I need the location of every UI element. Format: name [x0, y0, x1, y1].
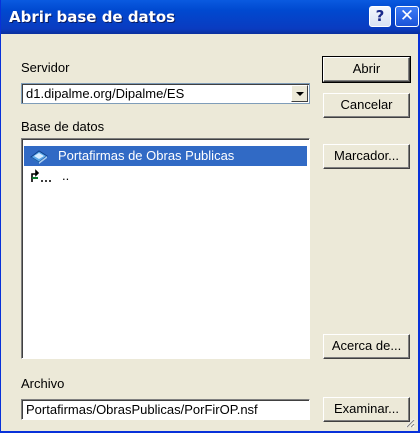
- list-item[interactable]: Portafirmas de Obras Publicas: [24, 146, 307, 166]
- server-value: d1.dipalme.org/Dipalme/ES: [26, 86, 185, 101]
- help-button[interactable]: ?: [369, 6, 391, 27]
- bookmark-button[interactable]: Marcador...: [323, 144, 410, 169]
- title-bar[interactable]: Abrir base de datos ? ✕: [1, 0, 420, 34]
- browse-button[interactable]: Examinar...: [323, 397, 410, 422]
- list-item-label: Portafirmas de Obras Publicas: [58, 148, 235, 163]
- dropdown-arrow-icon[interactable]: [291, 85, 308, 102]
- help-icon: ?: [375, 7, 385, 25]
- server-label: Servidor: [21, 60, 70, 75]
- database-label: Base de datos: [21, 119, 105, 134]
- close-icon: ✕: [399, 6, 415, 26]
- folder-up-icon: [31, 169, 51, 182]
- database-list[interactable]: Portafirmas de Obras Publicas ..: [21, 138, 310, 359]
- resize-grip-icon[interactable]: [403, 416, 415, 428]
- open-database-dialog: Abrir base de datos ? ✕ Servidor d1.dipa…: [0, 0, 420, 433]
- about-button[interactable]: Acerca de...: [323, 334, 410, 359]
- database-icon: [30, 150, 48, 164]
- server-combobox[interactable]: d1.dipalme.org/Dipalme/ES: [21, 83, 310, 104]
- list-item-label: ..: [62, 168, 70, 183]
- list-item[interactable]: ..: [24, 167, 307, 187]
- cancel-button[interactable]: Cancelar: [323, 93, 410, 118]
- dialog-title: Abrir base de datos: [9, 8, 176, 26]
- file-label: Archivo: [21, 376, 65, 391]
- close-button[interactable]: ✕: [395, 6, 419, 27]
- file-path-field[interactable]: [21, 399, 310, 420]
- open-button[interactable]: Abrir: [322, 56, 411, 83]
